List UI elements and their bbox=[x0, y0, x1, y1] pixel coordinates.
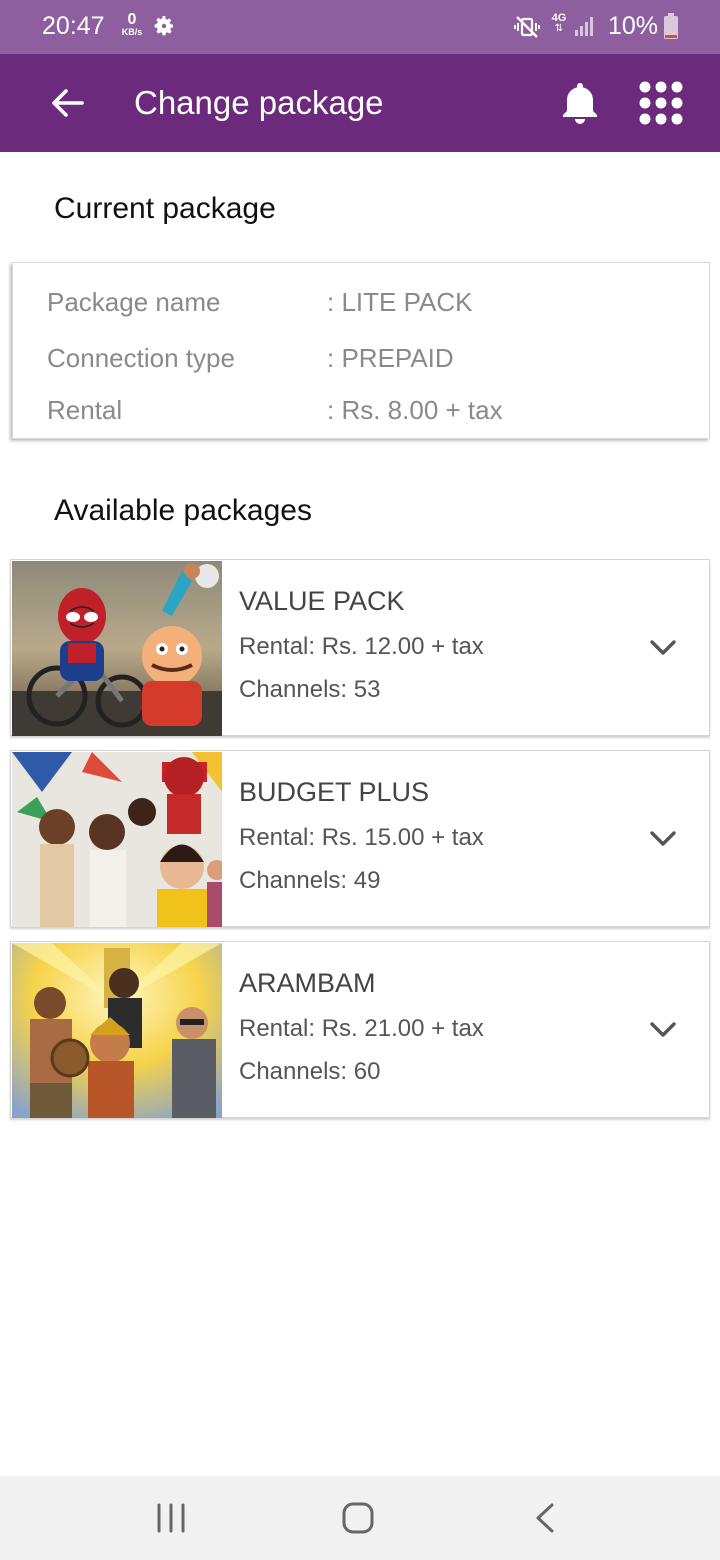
package-channels: Channels: 49 bbox=[239, 867, 381, 894]
package-name: VALUE PACK bbox=[239, 586, 405, 616]
package-channels: Channels: 53 bbox=[239, 676, 381, 703]
data-rate-indicator: 0 KB/s bbox=[118, 12, 146, 37]
package-name: ARAMBAM bbox=[239, 968, 376, 998]
package-name-label: Package name bbox=[47, 287, 221, 317]
chevron-down-icon[interactable] bbox=[647, 1014, 679, 1046]
package-thumbnail-image bbox=[12, 561, 222, 736]
connection-type-value: : PREPAID bbox=[327, 343, 454, 373]
vibrate-mute-icon bbox=[514, 16, 540, 38]
nav-back-icon[interactable] bbox=[530, 1500, 560, 1536]
data-arrows-icon: ⇅ bbox=[554, 23, 564, 34]
home-icon[interactable] bbox=[338, 1498, 378, 1538]
status-bar: 20:47 0 KB/s 4G ⇅ 10% bbox=[0, 0, 720, 54]
package-channels: Channels: 60 bbox=[239, 1058, 381, 1085]
chevron-down-icon[interactable] bbox=[647, 823, 679, 855]
battery-icon bbox=[664, 13, 678, 39]
apps-grid-icon[interactable] bbox=[638, 80, 684, 126]
recent-apps-icon[interactable] bbox=[154, 1500, 188, 1536]
page-title: Change package bbox=[134, 84, 384, 121]
package-rental: Rental: Rs. 15.00 + tax bbox=[239, 824, 484, 851]
package-rental: Rental: Rs. 12.00 + tax bbox=[239, 633, 484, 660]
package-name-value: : LITE PACK bbox=[327, 287, 473, 317]
current-package-heading: Current package bbox=[54, 192, 276, 225]
package-card-value-pack[interactable]: VALUE PACK Rental: Rs. 12.00 + tax Chann… bbox=[10, 559, 710, 736]
signal-icon bbox=[575, 17, 593, 36]
package-name: BUDGET PLUS bbox=[239, 777, 430, 807]
rental-value: : Rs. 8.00 + tax bbox=[327, 395, 503, 425]
package-thumbnail-image bbox=[12, 943, 222, 1118]
package-rental: Rental: Rs. 21.00 + tax bbox=[239, 1015, 484, 1042]
package-card-budget-plus[interactable]: BUDGET PLUS Rental: Rs. 15.00 + tax Chan… bbox=[10, 750, 710, 927]
settings-gear-icon bbox=[154, 16, 173, 36]
data-rate-unit: KB/s bbox=[121, 27, 143, 37]
package-thumbnail-image bbox=[12, 752, 222, 927]
rental-label: Rental bbox=[47, 395, 123, 425]
back-arrow-icon[interactable] bbox=[46, 81, 90, 125]
available-packages-heading: Available packages bbox=[54, 494, 312, 527]
connection-type-label: Connection type bbox=[47, 343, 235, 373]
battery-percent: 10% bbox=[608, 12, 659, 40]
current-package-card: Package name : LITE PACK Connection type… bbox=[12, 262, 710, 439]
status-time: 20:47 bbox=[42, 12, 105, 40]
data-rate-value: 0 bbox=[127, 11, 137, 28]
system-nav-bar bbox=[0, 1476, 720, 1560]
package-card-arambam[interactable]: ARAMBAM Rental: Rs. 21.00 + tax Channels… bbox=[10, 941, 710, 1118]
app-bar: Change package bbox=[0, 54, 720, 152]
network-4g-indicator: 4G ⇅ bbox=[548, 13, 570, 34]
notification-bell-icon[interactable] bbox=[556, 79, 604, 127]
chevron-down-icon[interactable] bbox=[647, 632, 679, 664]
